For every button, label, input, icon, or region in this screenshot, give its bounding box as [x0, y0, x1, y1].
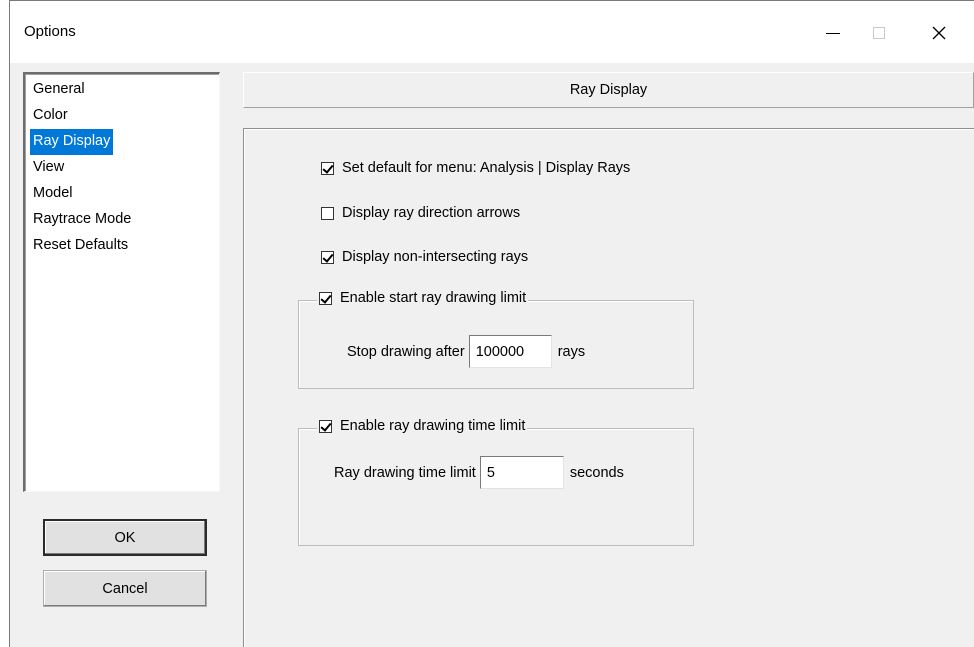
time-limit-field-row: Ray drawing time limit seconds	[334, 456, 624, 489]
time-limit-label: Enable ray drawing time limit	[340, 418, 526, 434]
sidebar-item-general[interactable]: General	[30, 77, 88, 103]
default-menu-checkbox[interactable]	[321, 161, 334, 175]
close-icon	[932, 26, 946, 40]
direction-arrows-checkbox[interactable]	[321, 206, 334, 220]
sidebar-item-model[interactable]: Model	[30, 181, 76, 207]
time-limit-input[interactable]	[479, 456, 564, 489]
time-limit-checkbox[interactable]	[319, 419, 332, 433]
default-menu-option[interactable]: Set default for menu: Analysis | Display…	[321, 160, 630, 176]
ray-limit-label: Enable start ray drawing limit	[340, 290, 527, 306]
sidebar-item-reset-defaults[interactable]: Reset Defaults	[30, 233, 131, 259]
maximize-button[interactable]	[856, 15, 902, 51]
direction-arrows-label: Display ray direction arrows	[342, 205, 521, 221]
time-limit-field-label: Ray drawing time limit	[334, 464, 476, 481]
sidebar-item-view[interactable]: View	[30, 155, 67, 181]
ray-limit-input[interactable]	[468, 335, 552, 368]
sidebar-item-raytrace-mode[interactable]: Raytrace Mode	[30, 207, 134, 233]
close-button[interactable]	[916, 15, 962, 51]
ray-limit-unit: rays	[557, 343, 586, 360]
maximize-icon	[873, 27, 885, 39]
time-limit-group: Enable ray drawing time limit Ray drawin…	[298, 418, 694, 546]
ray-display-panel: Set default for menu: Analysis | Display…	[243, 128, 974, 647]
ray-limit-group: Enable start ray drawing limit Stop draw…	[298, 290, 694, 389]
non-intersecting-option[interactable]: Display non-intersecting rays	[321, 249, 528, 265]
time-limit-unit: seconds	[569, 464, 624, 481]
options-category-list[interactable]: General Color Ray Display View Model Ray…	[23, 72, 220, 492]
window-title: Options	[24, 23, 76, 40]
time-limit-legend[interactable]: Enable ray drawing time limit	[317, 418, 528, 434]
default-menu-label: Set default for menu: Analysis | Display…	[342, 160, 631, 176]
title-bar: Options	[10, 1, 974, 63]
minimize-icon	[826, 32, 840, 34]
cancel-button[interactable]: Cancel	[43, 570, 207, 607]
direction-arrows-option[interactable]: Display ray direction arrows	[321, 205, 520, 221]
non-intersecting-checkbox[interactable]	[321, 250, 334, 264]
sidebar-item-ray-display[interactable]: Ray Display	[30, 129, 114, 155]
ray-limit-field-label: Stop drawing after	[347, 343, 465, 360]
ray-limit-checkbox[interactable]	[319, 291, 332, 305]
panel-header: Ray Display	[243, 72, 974, 108]
minimize-button[interactable]	[810, 15, 856, 51]
non-intersecting-label: Display non-intersecting rays	[342, 249, 529, 265]
sidebar-item-color[interactable]: Color	[30, 103, 71, 129]
ray-limit-legend[interactable]: Enable start ray drawing limit	[317, 290, 529, 306]
ok-button[interactable]: OK	[43, 519, 207, 556]
options-dialog: Options General Color Ray Display View M…	[9, 0, 974, 647]
ray-limit-field-row: Stop drawing after rays	[347, 335, 585, 368]
